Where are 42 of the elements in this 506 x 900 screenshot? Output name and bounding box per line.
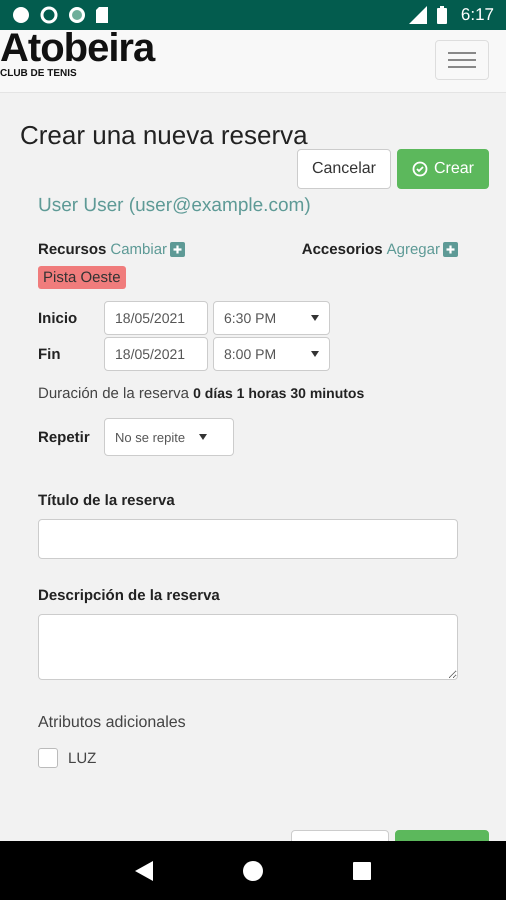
caret-icon <box>311 351 319 357</box>
section-label: Atributos adicionales <box>38 714 187 732</box>
user-name: User User (user@example.com) <box>38 195 312 217</box>
plus-icon[interactable] <box>443 242 458 257</box>
resource-tag: Pista Oeste <box>38 266 126 289</box>
menu-button[interactable] <box>435 40 489 80</box>
plus-icon[interactable] <box>170 242 186 257</box>
field-label: Título de la reserva <box>38 492 176 509</box>
check-circle-icon <box>412 161 428 177</box>
ring-notification-icon <box>40 6 58 24</box>
duration-text: Duración de la reserva 0 días 1 horas 30 minutos <box>38 385 364 402</box>
dot-notification-icon <box>68 6 86 24</box>
time-select[interactable]: 6:30 PM <box>213 301 330 335</box>
repeat-select[interactable]: No se repite <box>104 418 234 456</box>
page-title: Crear una nueva reserva <box>20 119 309 151</box>
sd-card-icon <box>96 7 108 23</box>
back-icon[interactable] <box>135 860 153 880</box>
date-field[interactable]: 18/05/2021 <box>104 301 208 335</box>
logo[interactable]: Atobeira <box>0 28 154 68</box>
resources-label: Recursos <box>38 241 106 258</box>
field-label: Repetir <box>38 428 91 446</box>
time-select[interactable]: 8:00 PM <box>213 337 330 371</box>
battery-icon <box>436 6 447 24</box>
home-icon[interactable] <box>243 860 263 880</box>
accessories-label: Accesorios <box>302 241 383 258</box>
checkbox-label: LUZ <box>68 750 96 766</box>
description-input[interactable] <box>38 614 458 680</box>
signal-icon <box>408 6 427 24</box>
checkbox[interactable] <box>38 748 58 768</box>
app-notification-icon <box>12 6 30 24</box>
recents-icon[interactable] <box>353 862 371 880</box>
field-label: Fin <box>38 346 62 362</box>
caret-icon <box>199 434 208 440</box>
field-label: Descripción de la reserva <box>38 587 221 604</box>
menu-icon <box>448 51 476 69</box>
cancel-button[interactable]: Cancelar <box>296 149 391 189</box>
field-label: Inicio <box>38 310 78 326</box>
date-field[interactable]: 18/05/2021 <box>104 337 208 371</box>
clock: 6:17 <box>460 5 494 25</box>
caret-icon <box>311 315 319 321</box>
logo-subtitle: CLUB DE TENIS <box>0 68 78 80</box>
title-input[interactable] <box>38 519 458 559</box>
